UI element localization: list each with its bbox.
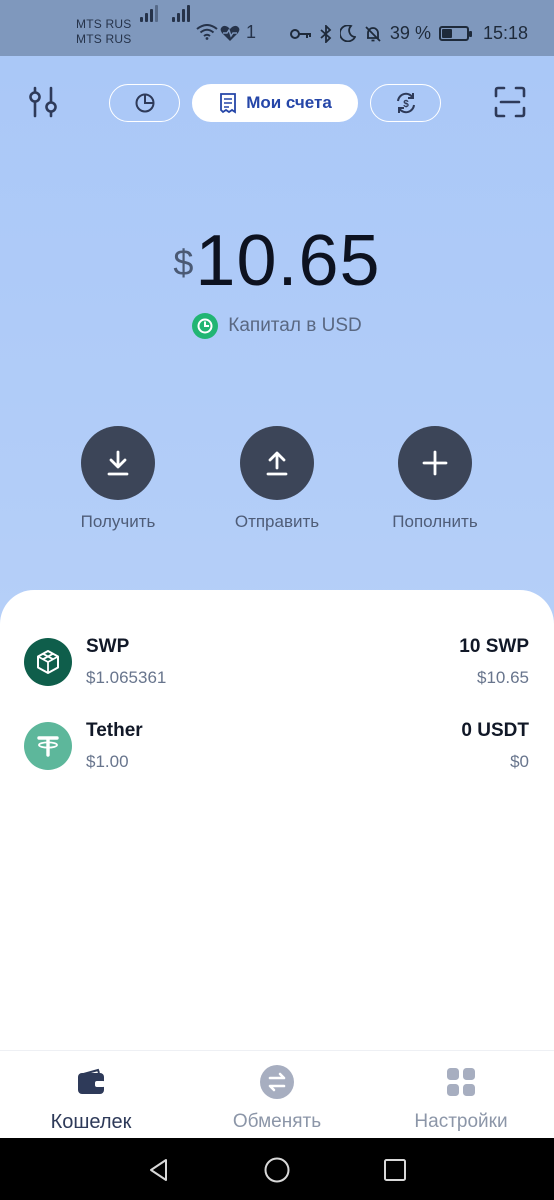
receive-label: Получить bbox=[80, 512, 156, 531]
asset-price: $1.065361 bbox=[86, 668, 167, 687]
nav-exchange[interactable]: Обменять bbox=[192, 1065, 362, 1133]
balance-currency: $ bbox=[173, 242, 194, 283]
asset-name: SWP bbox=[86, 636, 130, 657]
asset-price: $1.00 bbox=[86, 752, 129, 771]
system-nav-bar bbox=[0, 1138, 554, 1200]
key-icon bbox=[289, 28, 311, 39]
asset-name: Tether bbox=[86, 720, 143, 741]
plus-icon bbox=[422, 450, 448, 476]
asset-balance: 10 SWP bbox=[459, 636, 529, 657]
capital-selector[interactable]: Капитал в USD bbox=[0, 313, 554, 339]
pie-chart-icon bbox=[135, 93, 154, 113]
nav-exchange-label: Обменять bbox=[232, 1111, 322, 1132]
swp-logo-icon bbox=[24, 638, 72, 686]
nav-settings[interactable]: Настройки bbox=[376, 1065, 546, 1133]
carrier-2: MTS RUS bbox=[76, 32, 132, 46]
carrier-names: MTS RUS MTS RUS bbox=[76, 17, 131, 47]
grid-icon bbox=[447, 1068, 475, 1096]
wallet-icon bbox=[78, 1068, 105, 1094]
bell-muted-icon bbox=[365, 25, 381, 42]
receive-button[interactable]: Получить bbox=[38, 426, 198, 532]
asset-row-swp[interactable]: SWP $1.065361 10 SWP $10.65 bbox=[0, 630, 554, 700]
back-button[interactable] bbox=[145, 1156, 173, 1184]
carrier-1: MTS RUS bbox=[76, 17, 132, 31]
top-bar: Мои счета $ bbox=[0, 82, 554, 124]
back-icon bbox=[150, 1159, 167, 1181]
send-label: Отправить bbox=[234, 512, 320, 531]
nav-wallet-label: Кошелек bbox=[50, 1111, 132, 1133]
bluetooth-icon bbox=[320, 24, 332, 43]
asset-fiat-value: $10.65 bbox=[477, 668, 529, 687]
receipt-icon bbox=[220, 93, 237, 114]
tab-my-accounts[interactable]: Мои счета bbox=[192, 84, 358, 122]
clock: 15:18 bbox=[482, 23, 528, 43]
battery-percent: 39 % bbox=[389, 23, 431, 43]
sliders-icon bbox=[29, 86, 57, 118]
upload-icon bbox=[266, 451, 288, 476]
balance-amount: 10.65 bbox=[195, 221, 381, 301]
send-button[interactable]: Отправить bbox=[197, 426, 357, 532]
home-button[interactable] bbox=[263, 1156, 291, 1184]
status-bar: MTS RUS MTS RUS 1 39 % 15:18 bbox=[0, 0, 554, 56]
heart-icon bbox=[220, 25, 240, 41]
asset-balance: 0 USDT bbox=[461, 720, 529, 741]
nav-settings-label: Настройки bbox=[414, 1111, 508, 1132]
swap-icon bbox=[260, 1065, 294, 1099]
capital-label: Капитал в USD bbox=[228, 315, 362, 336]
home-icon bbox=[264, 1157, 290, 1183]
moon-icon bbox=[339, 25, 356, 42]
top-up-label: Пополнить bbox=[392, 512, 478, 531]
wifi-icon bbox=[196, 24, 218, 40]
filters-button[interactable] bbox=[24, 82, 64, 122]
tab-my-accounts-label: Мои счета bbox=[246, 93, 332, 112]
tab-exchange[interactable]: $ bbox=[370, 84, 441, 122]
asset-fiat-value: $0 bbox=[510, 752, 529, 771]
nav-wallet[interactable]: Кошелек bbox=[6, 1065, 176, 1134]
tab-portfolio[interactable] bbox=[109, 84, 180, 122]
status-right: 39 % 15:18 bbox=[289, 23, 528, 44]
bottom-nav: Кошелек Обменять Настройки bbox=[0, 1050, 554, 1138]
indicator-text: 1 bbox=[246, 22, 257, 42]
wallet-screen: MTS RUS MTS RUS 1 39 % 15:18 Мои счета $… bbox=[0, 0, 554, 1200]
total-balance: $10.65 bbox=[0, 220, 554, 302]
svg-text:$: $ bbox=[403, 99, 409, 110]
scan-icon bbox=[494, 86, 526, 118]
recents-button[interactable] bbox=[381, 1156, 409, 1184]
scan-button[interactable] bbox=[490, 82, 530, 122]
assets-sheet: SWP $1.065361 10 SWP $10.65 Tether $1.00… bbox=[0, 590, 554, 1050]
currency-exchange-icon: $ bbox=[396, 92, 415, 114]
battery-icon bbox=[438, 26, 472, 41]
recents-icon bbox=[384, 1159, 406, 1181]
tether-logo-icon bbox=[24, 722, 72, 770]
download-icon bbox=[107, 450, 129, 476]
asset-row-tether[interactable]: Tether $1.00 0 USDT $0 bbox=[0, 714, 554, 784]
clock-icon bbox=[192, 313, 219, 339]
top-up-button[interactable]: Пополнить bbox=[355, 426, 515, 532]
